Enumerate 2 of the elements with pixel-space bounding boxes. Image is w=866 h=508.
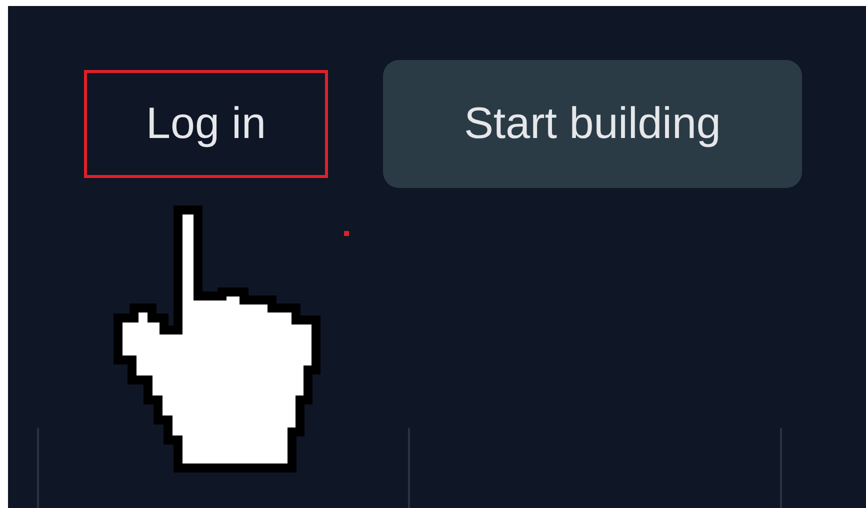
login-link[interactable]: Log in xyxy=(84,70,328,178)
start-building-button[interactable]: Start building xyxy=(383,60,802,188)
